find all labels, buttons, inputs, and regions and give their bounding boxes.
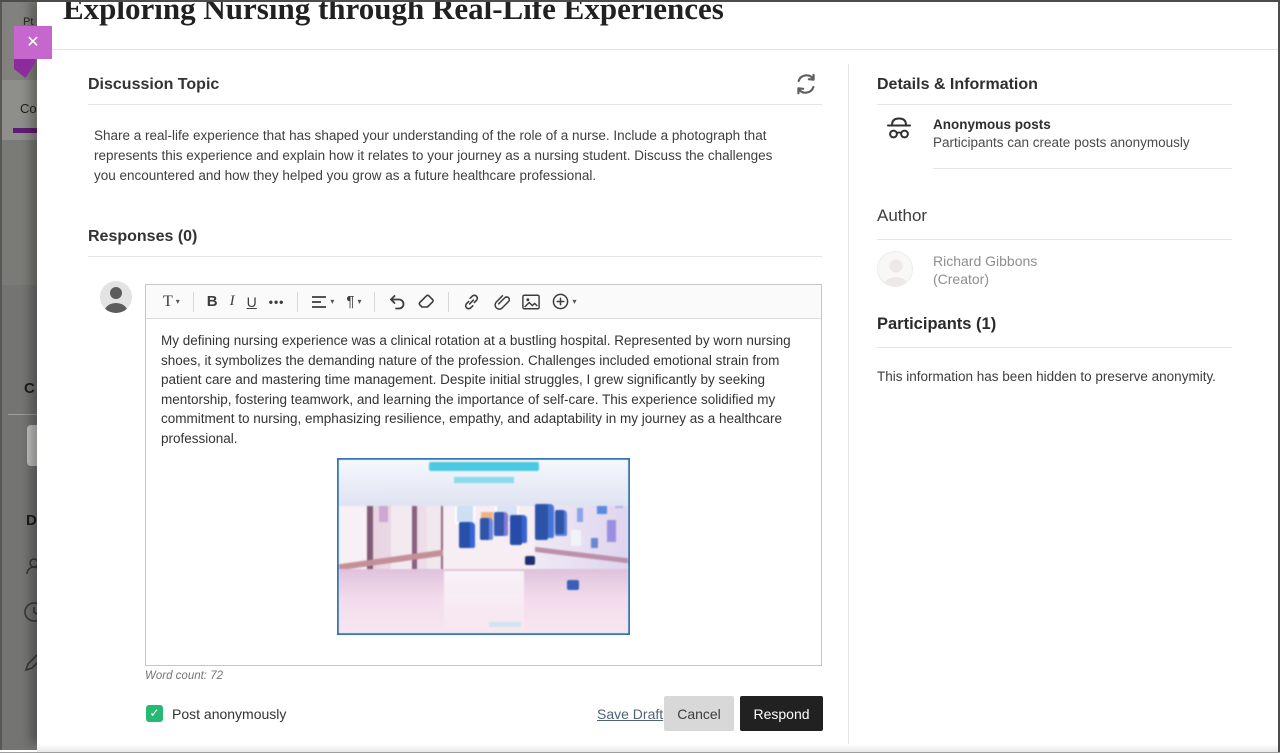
word-count: Word count: 72 — [145, 670, 223, 682]
bold-button[interactable]: B — [201, 288, 224, 316]
undo-button[interactable] — [382, 288, 412, 316]
respond-button[interactable]: Respond — [740, 696, 823, 731]
post-anonymously-checkbox[interactable]: ✓ — [146, 705, 163, 722]
pencil-icon — [22, 650, 37, 674]
underlay-input-fragment — [27, 425, 37, 466]
more-formatting-button[interactable]: ••• — [263, 288, 291, 316]
current-user-avatar — [100, 281, 132, 313]
underlay-active-tab-underline — [13, 128, 37, 133]
toolbar-separator — [448, 292, 449, 312]
eraser-icon — [418, 294, 435, 309]
underlay-mid-band — [0, 140, 37, 285]
editor-toolbar: T ▾ B I U ••• ▾ ¶ ▾ — [146, 285, 821, 319]
remove-formatting-button[interactable] — [412, 288, 441, 316]
chevron-down-icon: ▾ — [176, 297, 180, 306]
paragraph-button[interactable]: ¶ ▾ — [340, 288, 367, 316]
hospital-corridor-photo — [339, 460, 628, 633]
anonymous-posts-description: Participants can create posts anonymousl… — [933, 135, 1190, 150]
sidebar-divider — [848, 64, 849, 745]
post-anonymously-label: Post anonymously — [172, 706, 286, 722]
response-editor: T ▾ B I U ••• ▾ ¶ ▾ — [145, 284, 822, 666]
chevron-down-icon: ▾ — [330, 297, 334, 306]
incognito-icon — [885, 115, 913, 141]
close-panel-button[interactable]: ✕ — [14, 26, 52, 59]
underline-button[interactable]: U — [241, 288, 263, 316]
underlay-divider — [8, 414, 37, 415]
save-draft-link[interactable]: Save Draft — [597, 706, 663, 722]
undo-icon — [388, 294, 406, 310]
italic-button[interactable]: I — [224, 288, 241, 316]
details-divider — [877, 104, 1232, 105]
editor-content[interactable]: My defining nursing experience was a cli… — [146, 319, 821, 635]
details-information-heading: Details & Information — [877, 76, 1038, 94]
author-avatar — [877, 251, 913, 287]
underlay-content-tab-fragment: Co — [20, 101, 37, 116]
refresh-icon — [793, 71, 819, 97]
person-icon — [24, 556, 37, 576]
clock-icon — [22, 600, 37, 624]
toolbar-separator — [297, 292, 298, 312]
author-role: (Creator) — [933, 271, 989, 287]
underlay-heading-fragment-1: C — [24, 380, 35, 397]
add-circle-icon — [552, 293, 569, 310]
participants-divider — [877, 347, 1232, 348]
underlay-left-edge — [0, 0, 2, 750]
image-icon — [522, 294, 540, 310]
close-icon: ✕ — [26, 34, 39, 51]
underlay-heading-fragment-2: D — [26, 512, 37, 529]
chevron-down-icon: ▾ — [357, 297, 361, 306]
anonymous-posts-title: Anonymous posts — [933, 117, 1051, 132]
topic-divider — [88, 104, 822, 105]
paperclip-icon — [493, 293, 510, 310]
refresh-button[interactable] — [791, 70, 821, 100]
align-icon — [311, 295, 327, 309]
person-silhouette-icon — [100, 281, 132, 313]
dimmed-background-page: Pt Co C D — [0, 0, 37, 750]
discussion-panel: Exploring Nursing through Real-Life Expe… — [37, 0, 1280, 744]
author-divider — [877, 239, 1232, 240]
responses-divider — [88, 256, 822, 257]
responses-heading: Responses (0) — [88, 228, 197, 246]
author-heading: Author — [877, 206, 927, 226]
chevron-down-icon: ▾ — [572, 297, 576, 306]
check-icon: ✓ — [149, 706, 159, 720]
discussion-topic-heading: Discussion Topic — [88, 76, 219, 94]
details-sidebar: Details & Information Anonymous posts Pa… — [877, 0, 1233, 744]
cancel-button[interactable]: Cancel — [664, 696, 734, 731]
insert-image-button[interactable] — [516, 288, 546, 316]
faint-person-icon — [878, 252, 913, 287]
toolbar-separator — [374, 292, 375, 312]
participants-heading: Participants (1) — [877, 315, 996, 334]
page-title: Exploring Nursing through Real-Life Expe… — [63, 0, 724, 27]
align-button[interactable]: ▾ — [305, 288, 340, 316]
window-top-border — [0, 0, 1280, 2]
attach-file-button[interactable] — [487, 288, 516, 316]
text-style-button[interactable]: T ▾ — [157, 288, 186, 316]
panel-bottom-shadow — [37, 744, 1280, 752]
response-text[interactable]: My defining nursing experience was a cli… — [161, 331, 806, 448]
anonymity-note: This information has been hidden to pres… — [877, 369, 1216, 384]
link-icon — [462, 294, 481, 310]
insert-link-button[interactable] — [456, 288, 487, 316]
insert-content-button[interactable]: ▾ — [546, 288, 582, 316]
attached-image-nurses-corridor[interactable] — [337, 458, 630, 635]
discussion-topic-body: Share a real-life experience that has sh… — [94, 126, 786, 186]
author-name: Richard Gibbons — [933, 253, 1037, 269]
anonymous-divider — [933, 168, 1232, 169]
toolbar-separator — [193, 292, 194, 312]
